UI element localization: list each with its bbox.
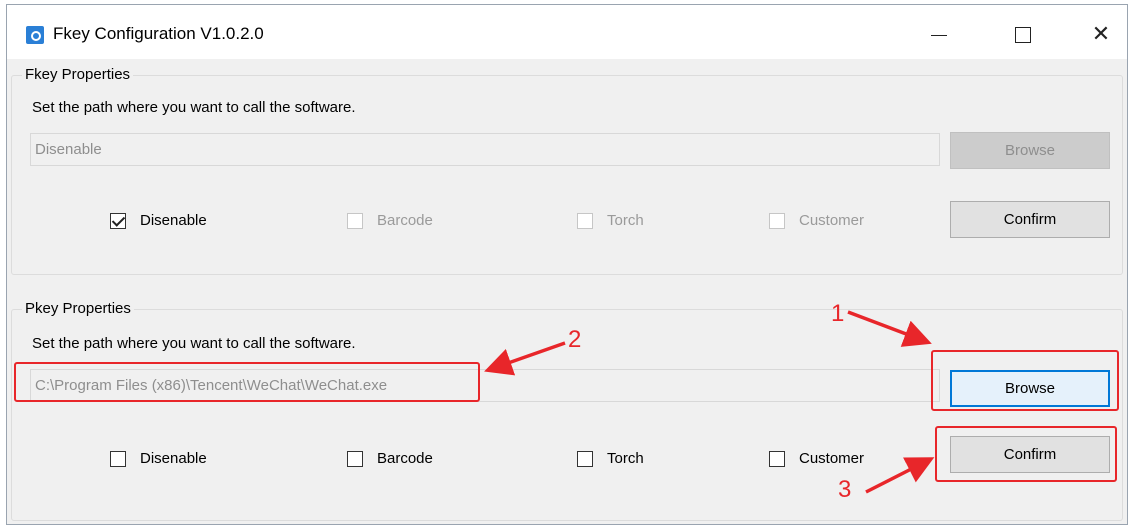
maximize-icon bbox=[1015, 27, 1031, 44]
close-icon: ✕ bbox=[1091, 21, 1111, 46]
pkey-group-title: Pkey Properties bbox=[22, 300, 134, 317]
pkey-customer-checkbox[interactable]: Customer bbox=[769, 450, 864, 467]
close-button[interactable]: ✕ bbox=[1079, 17, 1123, 51]
pkey-hint: Set the path where you want to call the … bbox=[32, 335, 356, 352]
pkey-torch-label: Torch bbox=[607, 450, 644, 467]
pkey-properties-group: Pkey Properties Set the path where you w… bbox=[11, 300, 1123, 521]
pkey-disenable-label: Disenable bbox=[140, 450, 207, 467]
fkey-customer-checkbox[interactable]: Customer bbox=[769, 212, 864, 229]
fkey-group-title: Fkey Properties bbox=[22, 66, 134, 83]
checkbox-icon bbox=[577, 212, 593, 229]
checkbox-checked-icon bbox=[110, 212, 126, 229]
window-title: Fkey Configuration V1.0.2.0 bbox=[53, 24, 264, 43]
pkey-barcode-label: Barcode bbox=[377, 450, 433, 467]
fkey-customer-label: Customer bbox=[799, 212, 865, 229]
minimize-button[interactable] bbox=[917, 17, 961, 51]
checkbox-icon bbox=[347, 212, 363, 229]
fkey-browse-button[interactable]: Browse bbox=[950, 132, 1110, 169]
pkey-disenable-checkbox[interactable]: Disenable bbox=[110, 450, 207, 467]
browse-highlight bbox=[931, 350, 1119, 411]
fkey-disenable-label: Disenable bbox=[140, 212, 207, 229]
step-2-label: 2 bbox=[568, 326, 582, 353]
pkey-barcode-checkbox[interactable]: Barcode bbox=[347, 450, 433, 467]
step-1-label: 1 bbox=[831, 300, 845, 327]
checkbox-icon bbox=[769, 212, 785, 229]
pkey-torch-checkbox[interactable]: Torch bbox=[577, 450, 644, 467]
checkbox-icon bbox=[769, 450, 785, 467]
pkey-customer-label: Customer bbox=[799, 450, 865, 467]
title-bar: Fkey Configuration V1.0.2.0 ✕ bbox=[7, 5, 1127, 59]
path-field-highlight bbox=[14, 362, 480, 402]
checkbox-icon bbox=[577, 450, 593, 467]
fkey-hint: Set the path where you want to call the … bbox=[32, 99, 356, 116]
fkey-path-field[interactable]: Disenable bbox=[30, 133, 940, 166]
fkey-barcode-label: Barcode bbox=[377, 212, 433, 229]
minimize-icon bbox=[931, 34, 947, 36]
checkbox-icon bbox=[110, 450, 126, 467]
fkey-disenable-checkbox[interactable]: Disenable bbox=[110, 212, 207, 229]
fkey-torch-label: Torch bbox=[607, 212, 644, 229]
confirm-highlight bbox=[935, 426, 1117, 482]
checkbox-icon bbox=[347, 450, 363, 467]
maximize-button[interactable] bbox=[1001, 17, 1045, 51]
fkey-barcode-checkbox[interactable]: Barcode bbox=[347, 212, 433, 229]
step-3-label: 3 bbox=[838, 476, 852, 503]
fkey-torch-checkbox[interactable]: Torch bbox=[577, 212, 644, 229]
fkey-properties-group: Fkey Properties Set the path where you w… bbox=[11, 66, 1123, 275]
app-gear-icon bbox=[26, 26, 44, 44]
fkey-confirm-button[interactable]: Confirm bbox=[950, 201, 1110, 238]
